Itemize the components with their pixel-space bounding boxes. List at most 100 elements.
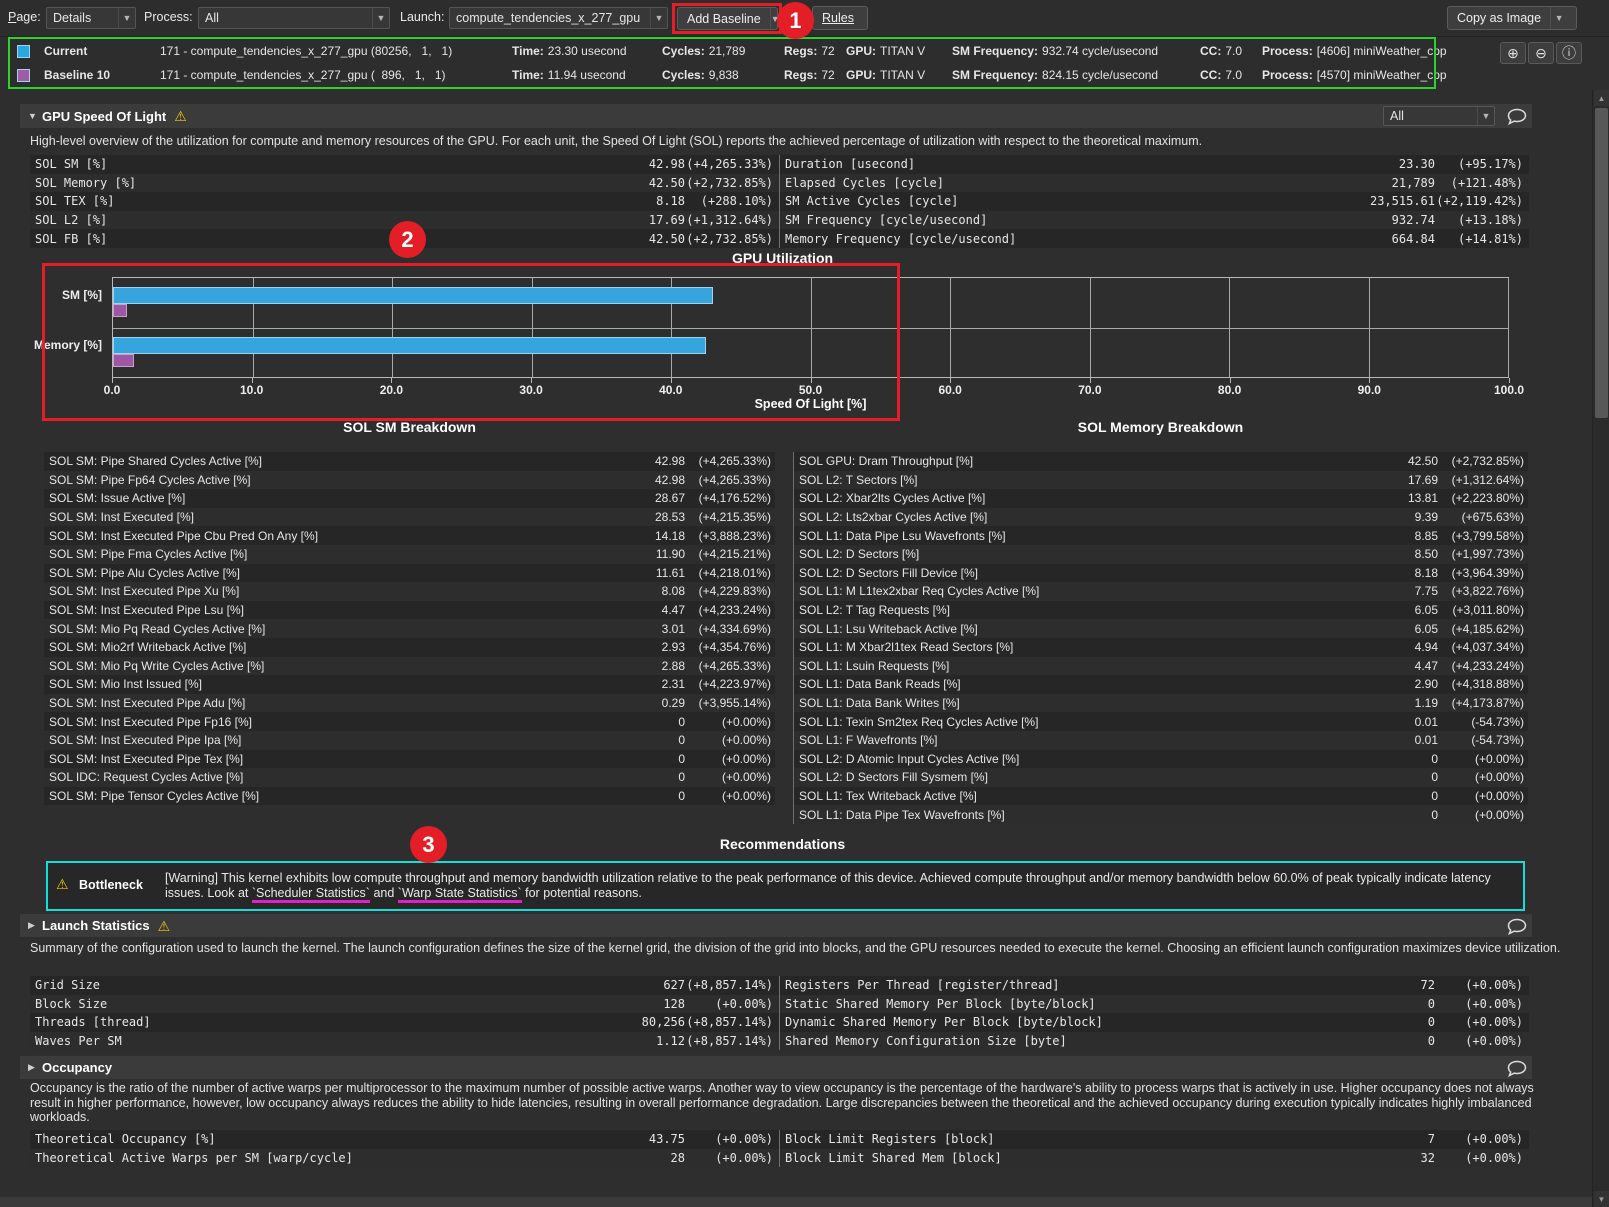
metric-row[interactable]: SOL TEX [%]8.18(+288.10%) (30, 192, 779, 211)
metric-row[interactable]: SOL Memory [%]42.50(+2,732.85%) (30, 174, 779, 193)
metric-value: 14.18 (318, 529, 685, 543)
zoom-in-icon: ⊕ (1507, 46, 1519, 60)
metric-row[interactable]: SOL SM: Inst Executed Pipe Tex [%]0(+0.0… (44, 750, 775, 769)
metric-row[interactable]: Block Size128(+0.00%) (30, 995, 779, 1014)
metric-row[interactable]: Threads [thread]80,256(+8,857.14%) (30, 1013, 779, 1032)
zoom-out-button[interactable]: ⊖ (1528, 42, 1554, 64)
baseline-stat: CC:7.0 (1200, 44, 1262, 58)
metric-row[interactable]: SOL SM: Inst Executed [%]28.53(+4,215.35… (44, 508, 775, 527)
rules-button[interactable]: Rules (812, 6, 868, 30)
zoom-in-button[interactable]: ⊕ (1500, 42, 1526, 64)
warp-state-statistics-link[interactable]: `Warp State Statistics` (398, 886, 522, 903)
metric-row[interactable]: Block Limit Shared Mem [block]32(+0.00%) (780, 1149, 1529, 1168)
section-header-launch-statistics[interactable]: ▶ Launch Statistics ⚠ (20, 914, 1532, 937)
metric-row[interactable]: Theoretical Active Warps per SM [warp/cy… (30, 1149, 779, 1168)
metric-row[interactable]: SOL SM: Inst Executed Pipe Fp16 [%]0(+0.… (44, 712, 775, 731)
metric-row[interactable]: Duration [usecond]23.30(+95.17%) (780, 155, 1529, 174)
metric-row[interactable]: SOL SM: Inst Executed Pipe Adu [%]0.29(+… (44, 694, 775, 713)
metric-row[interactable]: SOL L2: Lts2xbar Cycles Active [%]9.39(+… (794, 508, 1528, 527)
metric-row[interactable]: SOL L1: Tex Writeback Active [%]0(+0.00%… (794, 787, 1528, 806)
metric-row[interactable]: Memory Frequency [cycle/usecond]664.84(+… (780, 229, 1529, 248)
metric-row[interactable]: SOL SM: Inst Executed Pipe Lsu [%]4.47(+… (44, 601, 775, 620)
copy-as-image-button[interactable]: Copy as Image ▼ (1447, 6, 1577, 30)
sol-filter-dropdown[interactable]: All ▼ (1383, 106, 1495, 126)
metric-row[interactable]: SM Active Cycles [cycle]23,515.61(+2,119… (780, 192, 1529, 211)
metric-row[interactable]: SOL L2: Xbar2lts Cycles Active [%]13.81(… (794, 489, 1528, 508)
metric-row[interactable]: SOL L1: F Wavefronts [%]0.01(-54.73%) (794, 731, 1528, 750)
metric-row[interactable]: SOL SM [%]42.98(+4,265.33%) (30, 155, 779, 174)
metric-value: 8.18 (978, 566, 1438, 580)
metric-row[interactable]: SOL L2: T Tag Requests [%]6.05(+3,011.80… (794, 601, 1528, 620)
metric-label: SOL L1: Texin Sm2tex Req Cycles Active [… (794, 715, 1038, 729)
warning-icon: ⚠ (56, 877, 69, 891)
comment-icon[interactable] (1506, 108, 1528, 128)
metric-row[interactable]: Elapsed Cycles [cycle]21,789(+121.48%) (780, 174, 1529, 193)
warning-icon: ⚠ (158, 919, 171, 933)
comment-icon[interactable] (1506, 1060, 1528, 1080)
chart-x-axis-label: Speed Of Light [%] (112, 397, 1509, 411)
metric-row[interactable]: SOL SM: Pipe Tensor Cycles Active [%]0(+… (44, 787, 775, 806)
baseline-row[interactable]: Baseline 10171 - compute_tendencies_x_27… (10, 63, 1434, 87)
metric-row[interactable]: SOL FB [%]42.50(+2,732.85%) (30, 229, 779, 248)
metric-delta: (+4,265.33%) (685, 157, 779, 171)
metric-row[interactable]: Block Limit Registers [block]7(+0.00%) (780, 1130, 1529, 1149)
metric-row[interactable]: SOL L1: Data Pipe Tex Wavefronts [%]0(+0… (794, 805, 1528, 824)
metric-row[interactable]: SOL L1: Lsu Writeback Active [%]6.05(+4,… (794, 619, 1528, 638)
metric-row[interactable]: SOL L1: Texin Sm2tex Req Cycles Active [… (794, 712, 1528, 731)
metric-row[interactable]: SOL L2 [%]17.69(+1,312.64%) (30, 211, 779, 230)
metric-row[interactable]: Static Shared Memory Per Block [byte/blo… (780, 995, 1529, 1014)
metric-row[interactable]: SOL L1: Data Bank Reads [%]2.90(+4,318.8… (794, 675, 1528, 694)
metric-row[interactable]: SOL SM: Mio Inst Issued [%]2.31(+4,223.9… (44, 675, 775, 694)
metric-row[interactable]: SOL IDC: Request Cycles Active [%]0(+0.0… (44, 768, 775, 787)
metric-row[interactable]: SOL L2: D Sectors [%]8.50(+1,997.73%) (794, 545, 1528, 564)
scheduler-statistics-link[interactable]: `Scheduler Statistics` (252, 886, 370, 903)
metric-row[interactable]: SOL L2: D Sectors Fill Sysmem [%]0(+0.00… (794, 768, 1528, 787)
section-header-occupancy[interactable]: ▶ Occupancy (20, 1056, 1532, 1079)
metric-row[interactable]: Waves Per SM1.12(+8,857.14%) (30, 1032, 779, 1051)
metric-row[interactable]: SOL L2: D Atomic Input Cycles Active [%]… (794, 750, 1528, 769)
chevron-down-icon: ▼ (770, 8, 780, 29)
metric-row[interactable]: SOL SM: Issue Active [%]28.67(+4,176.52%… (44, 489, 775, 508)
metric-row[interactable]: Grid Size627(+8,857.14%) (30, 976, 779, 995)
metric-row[interactable]: SOL SM: Mio Pq Read Cycles Active [%]3.0… (44, 619, 775, 638)
info-button[interactable]: ⓘ (1556, 42, 1582, 64)
process-dropdown[interactable]: All ▼ (198, 7, 390, 29)
metric-value: 23.30 (915, 157, 1435, 171)
scrollbar-thumb[interactable] (1595, 108, 1608, 418)
metric-row[interactable]: SOL L1: Data Bank Writes [%]1.19(+4,173.… (794, 694, 1528, 713)
scroll-down-button[interactable]: ▼ (1594, 1191, 1609, 1207)
metric-row[interactable]: SOL GPU: Dram Throughput [%]42.50(+2,732… (794, 452, 1528, 471)
metric-row[interactable]: SM Frequency [cycle/usecond]932.74(+13.1… (780, 211, 1529, 230)
metric-row[interactable]: SOL SM: Pipe Fma Cycles Active [%]11.90(… (44, 545, 775, 564)
launch-dropdown[interactable]: compute_tendencies_x_277_gpu ▼ (449, 7, 668, 29)
scroll-up-button[interactable]: ▲ (1594, 90, 1609, 106)
metric-row[interactable]: SOL SM: Inst Executed Pipe Ipa [%]0(+0.0… (44, 731, 775, 750)
metric-row[interactable]: SOL SM: Mio Pq Write Cycles Active [%]2.… (44, 657, 775, 676)
metric-row[interactable]: SOL L1: Lsuin Requests [%]4.47(+4,233.24… (794, 657, 1528, 676)
comment-icon[interactable] (1506, 918, 1528, 938)
metric-row[interactable]: SOL SM: Pipe Alu Cycles Active [%]11.61(… (44, 564, 775, 583)
metric-row[interactable]: Dynamic Shared Memory Per Block [byte/bl… (780, 1013, 1529, 1032)
vertical-scrollbar[interactable]: ▲ ▼ (1592, 90, 1609, 1207)
page-dropdown[interactable]: Details ▼ (46, 7, 136, 29)
metric-row[interactable]: SOL L2: D Sectors Fill Device [%]8.18(+3… (794, 564, 1528, 583)
metric-row[interactable]: SOL L1: M L1tex2xbar Req Cycles Active [… (794, 582, 1528, 601)
baseline-stat: SM Frequency:824.15 cycle/usecond (952, 68, 1200, 82)
metric-row[interactable]: SOL L1: M Xbar2l1tex Read Sectors [%]4.9… (794, 638, 1528, 657)
metric-row[interactable]: Theoretical Occupancy [%]43.75(+0.00%) (30, 1130, 779, 1149)
metric-row[interactable]: SOL SM: Pipe Fp64 Cycles Active [%]42.98… (44, 471, 775, 490)
metric-label: SOL SM: Pipe Shared Cycles Active [%] (44, 454, 262, 468)
metric-row[interactable]: SOL SM: Pipe Shared Cycles Active [%]42.… (44, 452, 775, 471)
metric-row[interactable]: SOL L1: Data Pipe Lsu Wavefronts [%]8.85… (794, 526, 1528, 545)
metric-row[interactable]: SOL SM: Inst Executed Pipe Cbu Pred On A… (44, 526, 775, 545)
info-icon: ⓘ (1562, 46, 1576, 60)
metric-row[interactable]: SOL L2: T Sectors [%]17.69(+1,312.64%) (794, 471, 1528, 490)
scroll-up-icon: ▲ (1598, 94, 1606, 103)
metric-row[interactable]: SOL SM: Inst Executed Pipe Xu [%]8.08(+4… (44, 582, 775, 601)
metric-row[interactable]: Shared Memory Configuration Size [byte]0… (780, 1032, 1529, 1051)
section-header-gpu-speed-of-light[interactable]: ▼ GPU Speed Of Light ⚠ All ▼ (20, 104, 1532, 128)
metric-row[interactable]: SOL SM: Mio2rf Writeback Active [%]2.93(… (44, 638, 775, 657)
add-baseline-button[interactable]: Add Baseline ▼ (677, 7, 778, 30)
baseline-row[interactable]: Current171 - compute_tendencies_x_277_gp… (10, 39, 1434, 63)
metric-row[interactable]: Registers Per Thread [register/thread]72… (780, 976, 1529, 995)
